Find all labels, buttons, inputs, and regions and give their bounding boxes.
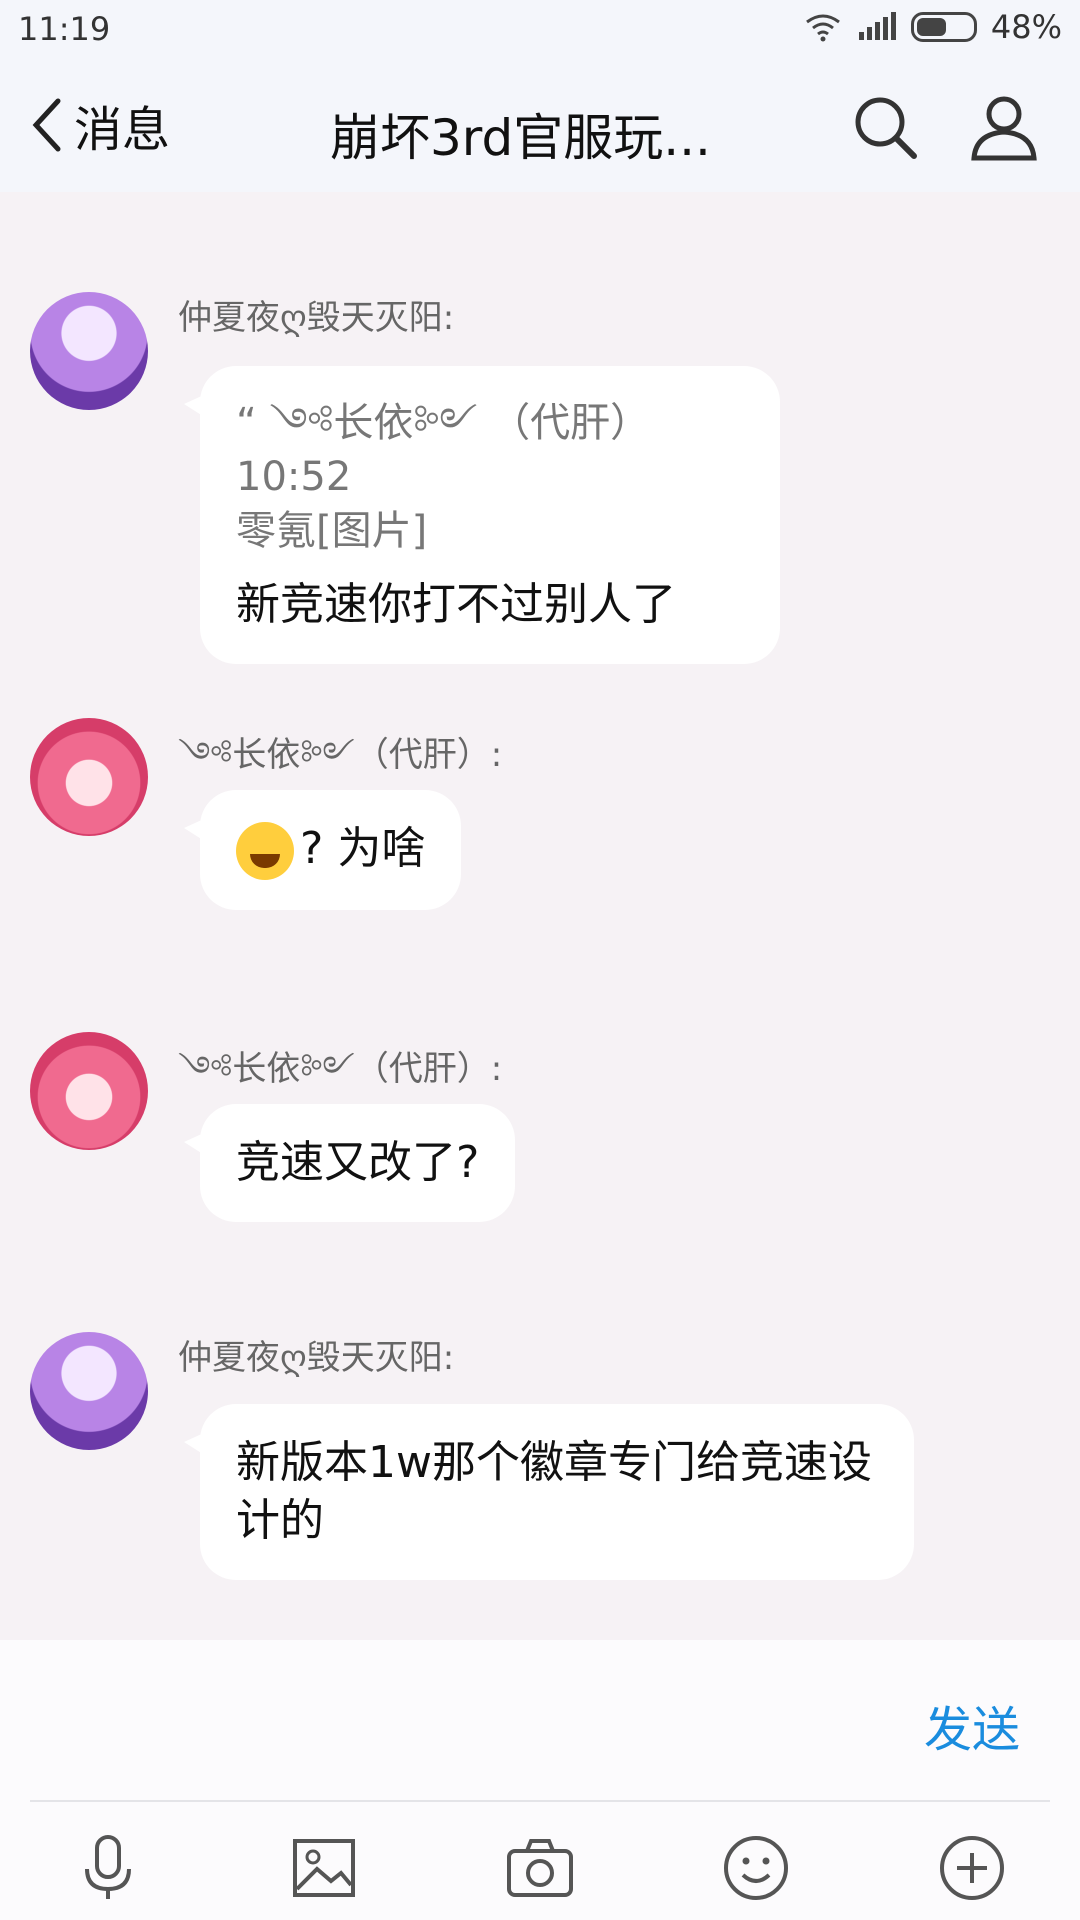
avatar[interactable]: [30, 292, 148, 410]
emoji-icon[interactable]: [719, 1831, 793, 1905]
message-text: 竞速又改了?: [236, 1137, 480, 1188]
chat-title[interactable]: 崩坏3rd官服玩...: [330, 98, 750, 170]
plus-icon[interactable]: [935, 1831, 1009, 1905]
input-toolbar: [0, 1818, 1080, 1918]
battery-percent: 48%: [990, 8, 1062, 46]
message-bubble[interactable]: “ ༺长依༻ （代肝）10:52 零氪[图片] 新竞速你打不过别人了: [184, 366, 780, 664]
tears-of-joy-emoji-icon: [236, 822, 294, 880]
status-icons: 48%: [803, 8, 1062, 46]
avatar[interactable]: [30, 718, 148, 836]
search-icon[interactable]: [848, 90, 924, 166]
quoted-message[interactable]: “ ༺长依༻ （代肝）10:52 零氪[图片]: [236, 396, 744, 558]
image-icon[interactable]: [287, 1831, 361, 1905]
message-input[interactable]: [30, 1680, 890, 1760]
input-area: 发送: [0, 1640, 1080, 1920]
sender-name: 仲夏夜ღ毁天灭阳:: [178, 1338, 455, 1378]
back-button[interactable]: 消息: [28, 90, 170, 160]
avatar[interactable]: [30, 1032, 148, 1150]
wifi-icon: [805, 14, 840, 42]
camera-icon[interactable]: [503, 1831, 577, 1905]
message-bubble[interactable]: ? 为啥: [183, 790, 462, 910]
chat-header: 消息 崩坏3rd官服玩...: [0, 62, 1080, 192]
sender-name: 仲夏夜ღ毁天灭阳:: [178, 298, 455, 338]
message-bubble[interactable]: 新版本1w那个徽章专门给竞速设计的: [184, 1404, 914, 1580]
microphone-icon[interactable]: [71, 1831, 145, 1905]
chevron-left-icon: [32, 98, 61, 152]
message-bubble[interactable]: 竞速又改了?: [183, 1104, 516, 1222]
send-button[interactable]: 发送: [924, 1690, 1020, 1760]
message-text: 新版本1w那个徽章专门给竞速设计的: [236, 1437, 872, 1546]
divider: [30, 1800, 1050, 1802]
message-text: 新竞速你打不过别人了: [236, 579, 676, 630]
group-members-icon[interactable]: [966, 90, 1042, 166]
battery-icon: [910, 12, 977, 42]
status-bar: 11:19 48%: [0, 0, 1080, 62]
message-text: ? 为啥: [300, 823, 426, 874]
back-label: 消息: [74, 102, 171, 158]
avatar[interactable]: [30, 1332, 148, 1450]
signal-icon: [858, 12, 896, 40]
status-time: 11:19: [18, 10, 111, 48]
